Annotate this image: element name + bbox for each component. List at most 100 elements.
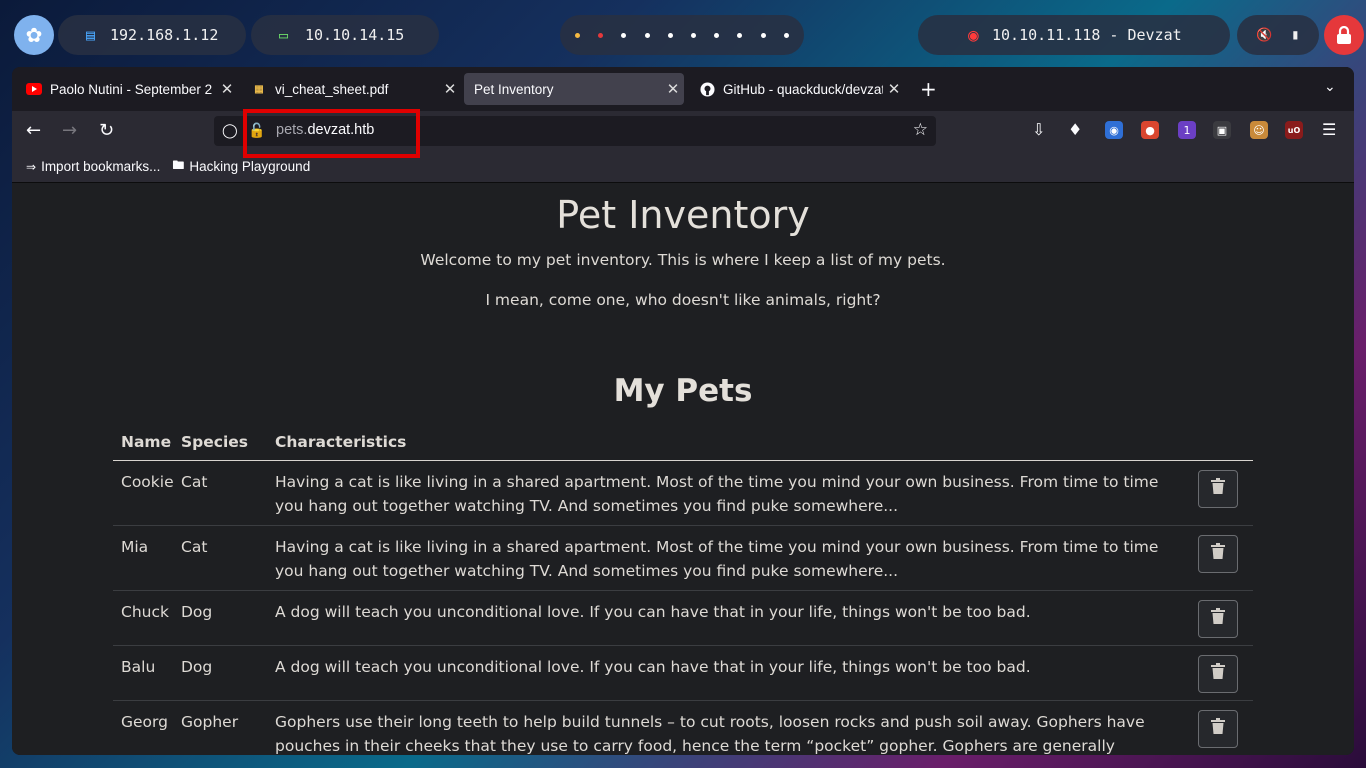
github-icon: [699, 81, 715, 97]
close-icon[interactable]: ✕: [662, 80, 684, 98]
table-row: Chuck Dog A dog will teach you unconditi…: [113, 591, 1253, 646]
bookmark-folder-hacking[interactable]: 🖿 Hacking Playground: [172, 156, 310, 177]
tab-vi-cheat-sheet[interactable]: ▦ vi_cheat_sheet.pdf ✕: [241, 73, 461, 105]
workspace-dot[interactable]: [691, 32, 697, 38]
pet-name: Balu: [121, 658, 156, 676]
tab-title: vi_cheat_sheet.pdf: [275, 81, 389, 97]
workspace-dot[interactable]: [667, 32, 673, 38]
download-icon[interactable]: ⇩: [1032, 120, 1045, 139]
tab-youtube[interactable]: Paolo Nutini - September 2 ✕: [16, 73, 238, 105]
intro-subtext: I mean, come one, who doesn't like anima…: [485, 291, 881, 309]
tab-strip: Paolo Nutini - September 2 ✕ ▦ vi_cheat_…: [12, 67, 1354, 111]
close-icon[interactable]: ✕: [216, 80, 238, 98]
hamburger-menu-icon[interactable]: ☰: [1322, 120, 1336, 139]
pet-name: Cookie: [121, 473, 174, 491]
extension-icon[interactable]: ☺: [1250, 121, 1268, 139]
laptop-icon: ▭: [279, 26, 289, 44]
tracking-shield-icon[interactable]: ◯: [222, 122, 238, 139]
workspace-dot[interactable]: [737, 32, 743, 38]
desktop-top-bar: ✿ ▤ 192.168.1.12 ▭ 10.10.14.15 ◉ 10.10.1…: [0, 0, 1366, 70]
local-ip-text: 192.168.1.12: [110, 26, 219, 44]
table-header: Name Species Characteristics: [113, 429, 1253, 461]
pet-characteristics: Having a cat is like living in a shared …: [275, 538, 1159, 580]
pet-species: Gopher: [181, 713, 239, 731]
browser-window: Paolo Nutini - September 2 ✕ ▦ vi_cheat_…: [12, 67, 1354, 755]
pet-name: Mia: [121, 538, 149, 556]
vpn-ip-widget[interactable]: ▭ 10.10.14.15: [251, 15, 439, 55]
tab-pet-inventory[interactable]: Pet Inventory ✕: [464, 73, 684, 105]
pet-characteristics: Gophers use their long teeth to help bui…: [275, 713, 1145, 755]
workspace-switcher[interactable]: [560, 15, 804, 55]
bookmark-star-icon[interactable]: ☆: [913, 120, 928, 140]
mute-icon[interactable]: 🔇: [1256, 28, 1272, 43]
import-icon: ⇒: [26, 159, 37, 174]
bookmarks-toolbar: ⇒ Import bookmarks... 🖿 Hacking Playgrou…: [12, 151, 1354, 183]
system-tray: 🔇 ▮: [1237, 15, 1319, 55]
column-header-characteristics: Characteristics: [275, 433, 407, 451]
intro-text: Welcome to my pet inventory. This is whe…: [420, 251, 946, 269]
forward-arrow-icon[interactable]: →: [62, 120, 77, 141]
lock-icon: [1337, 26, 1351, 44]
new-tab-button[interactable]: +: [920, 77, 937, 101]
workspace-dot[interactable]: [644, 32, 650, 38]
extensions-puzzle-icon[interactable]: ♦: [1068, 120, 1082, 139]
url-bar[interactable]: ◯ 🔓 pets.devzat.htb ☆: [214, 116, 936, 146]
table-row: Balu Dog A dog will teach you unconditio…: [113, 646, 1253, 701]
section-title: My Pets: [613, 373, 753, 409]
pet-species: Dog: [181, 603, 213, 621]
folder-icon: 🖿: [172, 158, 185, 172]
delete-pet-button[interactable]: [1198, 470, 1238, 508]
bookmark-import[interactable]: ⇒ Import bookmarks...: [26, 159, 160, 174]
delete-pet-button[interactable]: [1198, 535, 1238, 573]
connection-lock-icon[interactable]: 🔓: [248, 122, 265, 139]
extension-icon[interactable]: ◉: [1105, 121, 1123, 139]
target-widget[interactable]: ◉ 10.10.11.118 - Devzat: [918, 15, 1230, 55]
pets-table: Name Species Characteristics Cookie Cat …: [113, 429, 1253, 755]
workspace-dot[interactable]: [760, 32, 766, 38]
tab-github[interactable]: GitHub - quackduck/devzat ✕: [689, 73, 905, 105]
trash-icon: [1211, 717, 1225, 741]
workspace-dot[interactable]: [598, 32, 604, 38]
extension-icon[interactable]: ▣: [1213, 121, 1231, 139]
column-header-species: Species: [181, 433, 249, 451]
table-row: Cookie Cat Having a cat is like living i…: [113, 461, 1253, 526]
pet-characteristics: Having a cat is like living in a shared …: [275, 473, 1159, 515]
table-row: Georg Gopher Gophers use their long teet…: [113, 701, 1253, 755]
trash-icon: [1211, 542, 1225, 566]
page-title: Pet Inventory: [556, 193, 810, 237]
delete-pet-button[interactable]: [1198, 600, 1238, 638]
back-arrow-icon[interactable]: ←: [26, 120, 41, 141]
extension-icon[interactable]: ●: [1141, 121, 1159, 139]
target-text: 10.10.11.118 - Devzat: [992, 26, 1182, 44]
url-text[interactable]: pets.devzat.htb: [276, 122, 374, 138]
vpn-ip-text: 10.10.14.15: [305, 26, 405, 44]
pet-species: Dog: [181, 658, 213, 676]
ublock-icon[interactable]: uO: [1285, 121, 1303, 139]
trash-icon: [1211, 662, 1225, 686]
workspace-dot[interactable]: [575, 32, 581, 38]
crosshair-icon: ◉: [968, 24, 979, 46]
app-launcher-button[interactable]: ✿: [14, 15, 54, 55]
page-content: Pet Inventory Welcome to my pet inventor…: [12, 183, 1354, 755]
delete-pet-button[interactable]: [1198, 710, 1238, 748]
pet-name: Chuck: [121, 603, 169, 621]
close-icon[interactable]: ✕: [883, 80, 905, 98]
reload-icon[interactable]: ↻: [99, 120, 114, 141]
delete-pet-button[interactable]: [1198, 655, 1238, 693]
pet-species: Cat: [181, 538, 208, 556]
chevron-down-icon[interactable]: ⌄: [1324, 79, 1336, 95]
pet-characteristics: A dog will teach you unconditional love.…: [275, 658, 1031, 676]
close-icon[interactable]: ✕: [439, 80, 461, 98]
workspace-dot[interactable]: [621, 32, 627, 38]
local-ip-widget[interactable]: ▤ 192.168.1.12: [58, 15, 246, 55]
tab-title: Paolo Nutini - September 2: [50, 81, 213, 97]
network-icon: ▤: [86, 26, 96, 44]
extension-icon[interactable]: 1: [1178, 121, 1196, 139]
battery-icon[interactable]: ▮: [1291, 27, 1299, 43]
workspace-dot[interactable]: [714, 32, 720, 38]
workspace-dot[interactable]: [783, 32, 789, 38]
kali-dragon-icon: ✿: [25, 23, 43, 47]
tab-title: GitHub - quackduck/devzat: [723, 81, 883, 97]
trash-icon: [1211, 607, 1225, 631]
lock-screen-button[interactable]: [1324, 15, 1364, 55]
